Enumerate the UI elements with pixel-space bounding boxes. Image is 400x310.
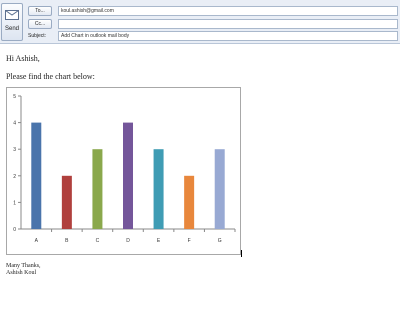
send-label: Send [4,26,19,32]
subject-field[interactable]: Add Chart in outlook mail body [58,31,398,41]
bar-d [123,122,133,229]
x-tick-label: E [157,238,161,244]
x-tick-label: F [188,238,191,244]
bar-e [153,149,164,229]
x-tick-label: B [65,238,69,244]
cc-field[interactable] [58,19,398,29]
bar-b [61,175,72,229]
bar-c [92,149,103,229]
intro-text: Please find the chart below: [6,72,95,81]
signature-text: Ashish Koul [6,270,37,276]
send-mail-icon [5,10,19,20]
signoff: Many Thanks, Ashish Koul [6,263,41,277]
closing-text: Many Thanks, [6,263,41,269]
subject-label: Subject: [28,33,47,39]
greeting-text: Hi Ashish, [6,54,40,63]
y-tick-label: 0 [13,227,16,233]
y-tick-label: 2 [13,174,16,180]
bar-chart: 0 1 2 3 4 5 A B C D E F G [13,94,236,244]
x-tick-label: A [35,238,39,244]
to-field[interactable]: koul.ashish@gmail.com [58,6,398,16]
send-button[interactable]: Send [1,3,23,41]
cc-button[interactable]: Cc... [28,19,52,29]
y-tick-label: 3 [13,147,16,153]
x-tick-label: G [218,238,222,244]
x-tick-label: C [96,238,100,244]
embedded-chart[interactable]: 0 1 2 3 4 5 A B C D E F G [6,87,241,255]
bar-f [184,175,195,229]
y-tick-label: 5 [13,94,16,100]
x-tick-label: D [126,238,130,244]
bar-a [31,122,42,229]
to-button[interactable]: To... [28,6,52,16]
bar-g [214,149,225,229]
text-cursor [241,250,242,257]
y-tick-label: 4 [13,121,16,127]
message-header: Send To... koul.ashish@gmail.com Cc... S… [0,0,400,44]
y-tick-label: 1 [13,200,16,206]
